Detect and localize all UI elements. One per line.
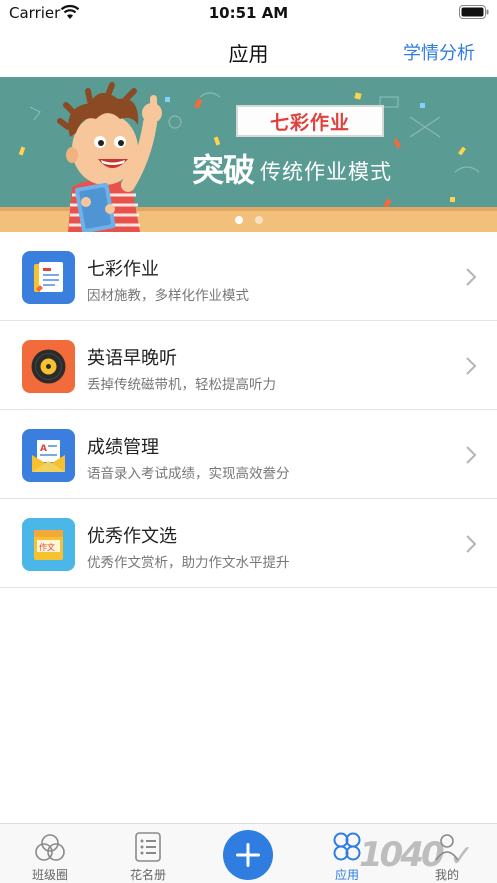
chevron-right-icon [466,446,477,464]
record-icon [22,340,75,393]
plus-icon [236,843,260,867]
banner-tag: 七彩作业 [236,105,384,137]
svg-text:作文: 作文 [39,542,55,552]
tab-roster[interactable]: 花名册 [98,824,198,883]
banner-dot-2[interactable] [254,216,263,224]
app-name: 优秀作文选 [87,526,177,547]
grade-envelope-icon: A [22,429,75,482]
app-name: 英语早晚听 [87,348,177,369]
app-description: 丢掉传统磁带机，轻松提高听力 [87,377,276,393]
banner-pagination[interactable] [0,216,497,224]
tab-label: 班级圈 [31,868,68,882]
site-watermark: 1040 ✓ [359,835,474,875]
class-circle-icon [35,834,65,861]
banner-headline-emphasis: 突破 [192,151,255,189]
roster-icon [135,832,161,862]
app-description: 因材施教，多样化作业模式 [87,288,249,304]
status-time: 10:51 AM [208,4,289,22]
banner-dot-1[interactable] [234,216,243,224]
banner-headline-text: 传统作业模式 [260,160,393,184]
app-item-grade-management[interactable]: A 成绩管理 语音录入考试成绩，实现高效誊分 [0,410,497,499]
app-name: 成绩管理 [87,437,159,458]
app-description: 优秀作文赏析，助力作文水平提升 [87,555,290,571]
tab-class-circle[interactable]: 班级圈 [0,824,100,883]
chevron-right-icon [466,535,477,553]
chevron-right-icon [466,357,477,375]
app-item-colorful-homework[interactable]: 七彩作业 因材施教，多样化作业模式 [0,232,497,321]
svg-text:✓: ✓ [449,839,474,874]
navigation-bar: 应用 学情分析 [0,28,497,76]
promo-banner[interactable]: 七彩作业 突破 传统作业模式 [0,77,497,232]
banner-headline: 突破 传统作业模式 [192,147,452,191]
battery-icon [459,5,489,19]
status-bar: Carrier 10:51 AM [0,0,497,28]
app-item-english-listening[interactable]: 英语早晚听 丢掉传统磁带机，轻松提高听力 [0,321,497,410]
svg-text:1040: 1040 [359,835,444,875]
chevron-right-icon [466,268,477,286]
app-description: 语音录入考试成绩，实现高效誊分 [87,466,290,482]
app-list: 七彩作业 因材施教，多样化作业模式 英语早晚听 丢掉传统磁带机，轻松提高听力 A [0,232,497,588]
tab-label: 花名册 [129,868,166,882]
svg-text:A: A [40,444,47,454]
app-item-excellent-essays[interactable]: 作文 优秀作文选 优秀作文赏析，助力作文水平提升 [0,499,497,588]
homework-icon [22,251,75,304]
add-button[interactable] [223,830,273,880]
learning-analysis-button[interactable]: 学情分析 [403,39,475,65]
app-name: 七彩作业 [87,259,159,280]
essay-icon: 作文 [22,518,75,571]
